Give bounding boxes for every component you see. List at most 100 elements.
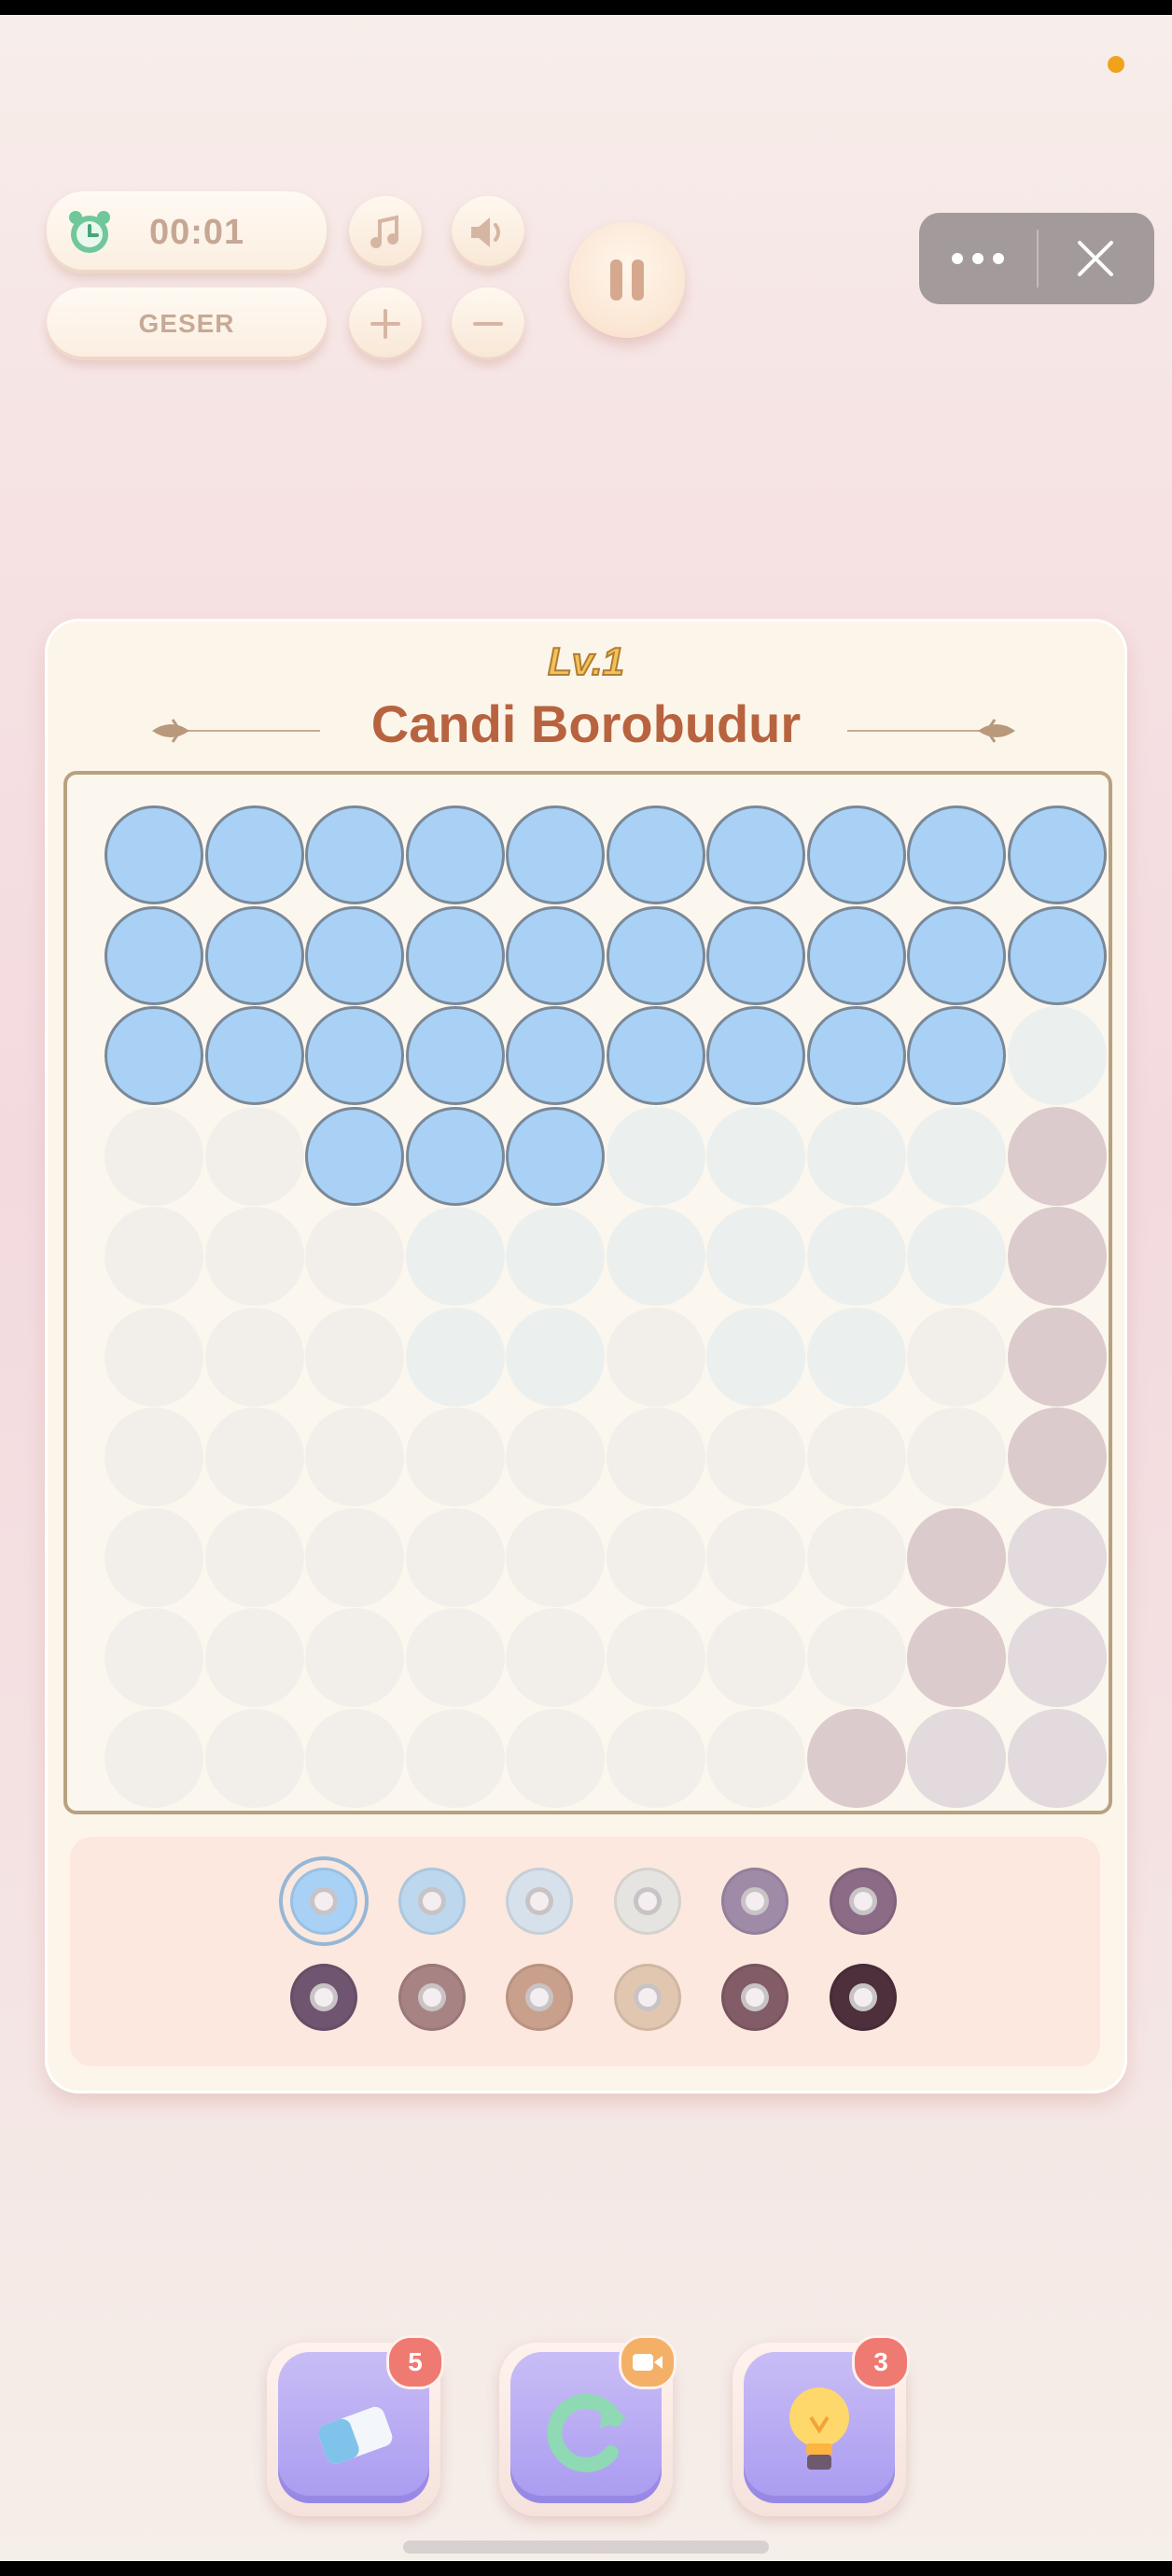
palette-swatch[interactable] [290, 1964, 357, 2031]
pause-button[interactable] [569, 222, 685, 338]
board-cell[interactable] [305, 1307, 404, 1407]
board-cell[interactable] [305, 805, 404, 904]
board-cell[interactable] [506, 1407, 605, 1506]
board-cell[interactable] [105, 805, 203, 904]
palette-swatch[interactable] [398, 1964, 466, 2031]
board-cell[interactable] [907, 1006, 1006, 1105]
board-cell[interactable] [105, 905, 203, 1005]
board-cell[interactable] [1007, 1207, 1107, 1306]
board-cell[interactable] [907, 1507, 1006, 1607]
music-button[interactable] [349, 196, 422, 269]
board-cell[interactable] [806, 1106, 906, 1206]
more-button[interactable] [919, 213, 1037, 304]
board-cell[interactable] [1007, 805, 1107, 904]
board-cell[interactable] [105, 1307, 203, 1407]
hint-button[interactable]: 3 [732, 2335, 910, 2516]
board-cell[interactable] [506, 1307, 605, 1407]
board-cell[interactable] [907, 905, 1006, 1005]
board-cell[interactable] [606, 805, 705, 904]
board-cell[interactable] [1007, 1006, 1107, 1105]
board-cell[interactable] [506, 1106, 605, 1206]
board-cell[interactable] [305, 1608, 404, 1707]
palette-swatch[interactable] [829, 1964, 897, 2031]
board-cell[interactable] [806, 1407, 906, 1506]
board-cell[interactable] [606, 1106, 705, 1206]
zoom-in-button[interactable] [349, 287, 422, 360]
board-cell[interactable] [907, 1708, 1006, 1808]
board-cell[interactable] [706, 805, 805, 904]
board-cell[interactable] [1007, 1307, 1107, 1407]
palette-swatch[interactable] [506, 1868, 573, 1935]
board-cell[interactable] [706, 1006, 805, 1105]
board-cell[interactable] [606, 1507, 705, 1607]
board-cell[interactable] [405, 1006, 505, 1105]
board-cell[interactable] [506, 905, 605, 1005]
board-cell[interactable] [1007, 1106, 1107, 1206]
palette-swatch[interactable] [829, 1868, 897, 1935]
palette-swatch[interactable] [290, 1868, 357, 1935]
palette-swatch[interactable] [613, 1868, 681, 1935]
board-cell[interactable] [204, 905, 304, 1005]
board-cell[interactable] [706, 1507, 805, 1607]
zoom-out-button[interactable] [452, 287, 524, 360]
board-cell[interactable] [105, 1507, 203, 1607]
board-cell[interactable] [606, 1006, 705, 1105]
board-cell[interactable] [806, 1507, 906, 1607]
palette-swatch[interactable] [721, 1868, 788, 1935]
board-cell[interactable] [405, 805, 505, 904]
board-cell[interactable] [204, 1708, 304, 1808]
board-cell[interactable] [706, 1608, 805, 1707]
board-cell[interactable] [305, 1708, 404, 1808]
board-cell[interactable] [405, 1407, 505, 1506]
board-cell[interactable] [405, 1207, 505, 1306]
palette-swatch[interactable] [506, 1964, 573, 2031]
board-cell[interactable] [204, 1608, 304, 1707]
board-cell[interactable] [806, 1207, 906, 1306]
board-cell[interactable] [204, 805, 304, 904]
board-cell[interactable] [204, 1207, 304, 1306]
board-cell[interactable] [606, 905, 705, 1005]
board-cell[interactable] [806, 1006, 906, 1105]
board-cell[interactable] [606, 1207, 705, 1306]
board-cell[interactable] [305, 1207, 404, 1306]
board-cell[interactable] [105, 1106, 203, 1206]
board-cell[interactable] [1007, 1407, 1107, 1506]
board-cell[interactable] [706, 1407, 805, 1506]
board-cell[interactable] [907, 1407, 1006, 1506]
board-cell[interactable] [105, 1006, 203, 1105]
board-cell[interactable] [907, 1106, 1006, 1206]
board-cell[interactable] [105, 1608, 203, 1707]
board-cell[interactable] [706, 905, 805, 1005]
palette-swatch[interactable] [398, 1868, 466, 1935]
board-cell[interactable] [806, 905, 906, 1005]
board-cell[interactable] [506, 1207, 605, 1306]
board-cell[interactable] [907, 1307, 1006, 1407]
board-cell[interactable] [405, 905, 505, 1005]
board-cell[interactable] [204, 1006, 304, 1105]
board-cell[interactable] [105, 1207, 203, 1306]
board-cell[interactable] [706, 1307, 805, 1407]
board-cell[interactable] [907, 805, 1006, 904]
refresh-button[interactable] [499, 2335, 677, 2516]
board-cell[interactable] [506, 1006, 605, 1105]
board-cell[interactable] [506, 1608, 605, 1707]
board-cell[interactable] [806, 1708, 906, 1808]
board-cell[interactable] [405, 1708, 505, 1808]
board-cell[interactable] [806, 1307, 906, 1407]
board-cell[interactable] [405, 1507, 505, 1607]
board-cell[interactable] [204, 1307, 304, 1407]
board-cell[interactable] [907, 1608, 1006, 1707]
board-cell[interactable] [806, 805, 906, 904]
board-cell[interactable] [706, 1207, 805, 1306]
board-cell[interactable] [506, 805, 605, 904]
geser-button[interactable]: GESER [47, 287, 327, 360]
board-cell[interactable] [204, 1106, 304, 1206]
puzzle-board[interactable] [105, 805, 1109, 1810]
close-button[interactable] [1037, 213, 1154, 304]
board-cell[interactable] [305, 1106, 404, 1206]
board-cell[interactable] [405, 1608, 505, 1707]
palette-swatch[interactable] [613, 1964, 681, 2031]
board-cell[interactable] [305, 1407, 404, 1506]
board-cell[interactable] [305, 1006, 404, 1105]
board-cell[interactable] [706, 1708, 805, 1808]
